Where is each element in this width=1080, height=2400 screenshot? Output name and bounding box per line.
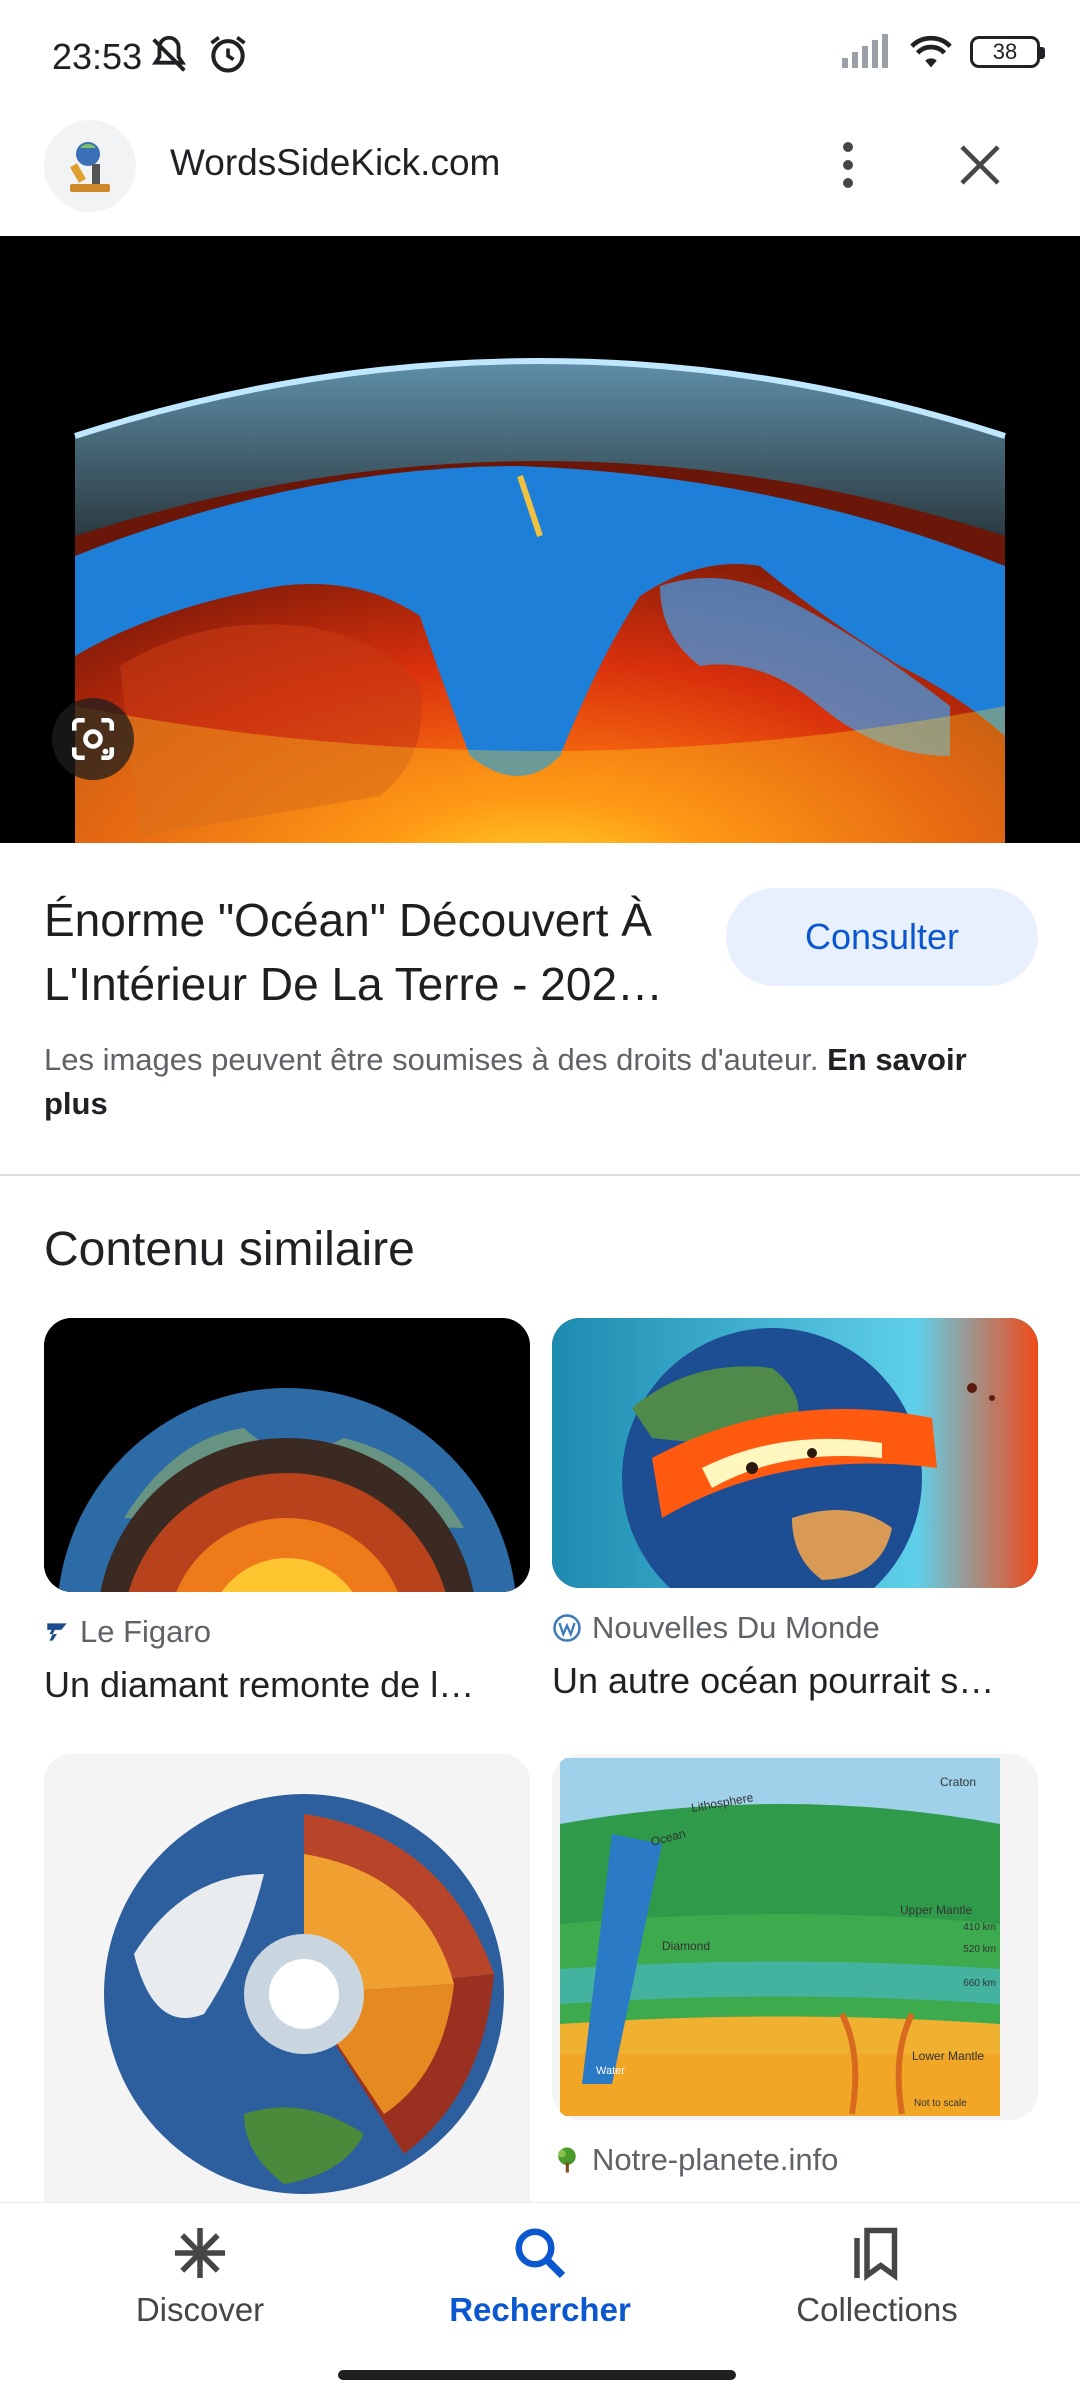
nav-label: Collections	[796, 2291, 958, 2328]
copyright-notice: Les images peuvent être soumises à des d…	[44, 1038, 1034, 1126]
thumbnail-image[interactable]	[552, 1318, 1038, 1588]
wifi-icon	[910, 35, 952, 68]
earth-split-image	[552, 1318, 1038, 1588]
wordpress-icon	[553, 1614, 581, 1642]
card-source-name: Notre-planete.info	[592, 2142, 839, 2177]
thumbnail-image[interactable]: Craton Lithosphere Ocean Diamond Upper M…	[552, 1754, 1038, 2120]
le-figaro-icon	[47, 1623, 67, 1641]
diagram-label-craton: Craton	[940, 1775, 976, 1789]
status-bar: 23:53 38	[0, 0, 1080, 110]
microscope-icon	[70, 142, 110, 192]
section-heading: Contenu similaire	[44, 1223, 415, 1276]
diagram-label-520: 520 km	[963, 1944, 996, 1955]
tree-icon	[558, 2147, 576, 2173]
divider	[0, 1174, 1080, 1176]
card-source-name: Le Figaro	[80, 1614, 211, 1649]
nav-item-search[interactable]: Rechercher	[410, 2223, 670, 2329]
nav-item-collections[interactable]: Collections	[747, 2223, 1007, 2329]
result-title: Énorme "Océan" Découvert À L'Intérieur D…	[44, 894, 664, 1010]
consult-button[interactable]: Consulter	[726, 888, 1038, 986]
diagram-label-660: 660 km	[963, 1978, 996, 1989]
card-source: Notre-planete.info	[552, 2142, 1038, 2178]
mantle-diagram-image: Craton Lithosphere Ocean Diamond Upper M…	[552, 1754, 1038, 2120]
earth-cutaway-image	[44, 1754, 530, 2202]
signal-icon	[842, 34, 888, 68]
hero-image[interactable]	[0, 236, 1080, 843]
similar-card-1[interactable]: Le Figaro Un diamant remonte de l…	[44, 1318, 530, 1706]
battery-indicator: 38	[970, 36, 1045, 68]
site-title[interactable]: WordsSideKick.com	[170, 142, 500, 184]
site-header: WordsSideKick.com	[0, 110, 1080, 236]
diagram-label-lower-mantle: Lower Mantle	[912, 2049, 984, 2063]
close-icon	[960, 145, 1000, 185]
more-options-button[interactable]	[820, 130, 876, 200]
google-lens-button[interactable]	[52, 698, 134, 780]
card-title[interactable]: Un diamant remonte de l…	[44, 1664, 530, 1706]
similar-card-3[interactable]	[44, 1754, 530, 2202]
card-source-name: Nouvelles Du Monde	[592, 1610, 880, 1645]
status-right: 38	[840, 34, 1045, 70]
site-logo[interactable]	[44, 120, 136, 212]
earth-interior-illustration	[0, 236, 1080, 843]
copyright-text: Les images peuvent être soumises à des d…	[44, 1042, 828, 1077]
status-left-icons	[146, 32, 250, 78]
diagram-label-410: 410 km	[963, 1922, 996, 1933]
nav-item-discover[interactable]: Discover	[70, 2223, 330, 2329]
diagram-label-water: Water	[596, 2065, 625, 2077]
alarm-icon	[210, 36, 246, 73]
collections-icon	[854, 2227, 898, 2281]
nav-label: Rechercher	[449, 2291, 631, 2328]
diagram-label-diamond: Diamond	[662, 1939, 710, 1953]
thumbnail-image[interactable]	[44, 1318, 530, 1592]
card-title[interactable]: Un autre océan pourrait s…	[552, 1660, 1038, 1702]
close-button[interactable]	[948, 130, 1012, 200]
discover-icon	[175, 2228, 225, 2278]
diagram-label-upper-mantle: Upper Mantle	[900, 1903, 972, 1917]
home-indicator[interactable]	[338, 2370, 736, 2380]
nav-label: Discover	[135, 2291, 265, 2328]
more-vert-icon	[843, 142, 853, 188]
mute-icon	[152, 35, 186, 72]
diagram-label-scale: Not to scale	[914, 2098, 967, 2109]
earth-core-image	[44, 1318, 530, 1592]
search-icon	[515, 2228, 566, 2279]
similar-card-2[interactable]: Nouvelles Du Monde Un autre océan pourra…	[552, 1318, 1038, 1702]
card-source: Le Figaro	[44, 1614, 530, 1650]
status-time: 23:53	[52, 36, 143, 77]
similar-card-4[interactable]: Craton Lithosphere Ocean Diamond Upper M…	[552, 1754, 1038, 2178]
google-lens-icon	[71, 717, 115, 761]
card-source: Nouvelles Du Monde	[552, 1610, 1038, 1646]
thumbnail-image[interactable]	[44, 1754, 530, 2202]
